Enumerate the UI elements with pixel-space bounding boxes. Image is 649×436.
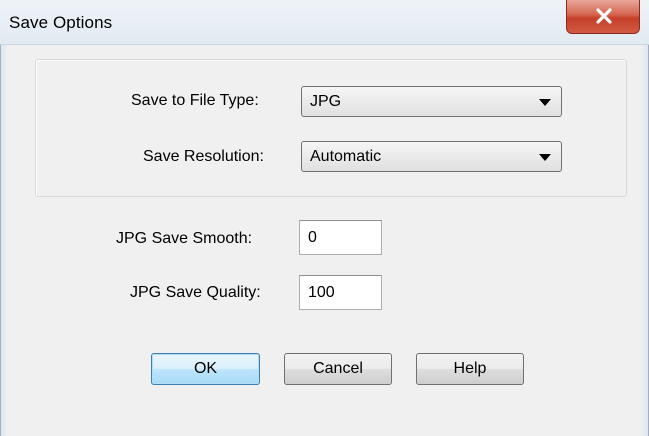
resolution-label: Save Resolution: bbox=[143, 148, 264, 165]
file-type-value: JPG bbox=[310, 93, 342, 110]
help-button[interactable]: Help bbox=[416, 353, 524, 385]
jpg-smooth-label: JPG Save Smooth: bbox=[116, 230, 253, 247]
ok-button[interactable]: OK bbox=[151, 353, 260, 385]
jpg-smooth-input[interactable] bbox=[300, 221, 381, 254]
file-type-label: Save to File Type: bbox=[131, 92, 259, 109]
cancel-button[interactable]: Cancel bbox=[284, 353, 392, 385]
title-bar[interactable]: Save Options bbox=[0, 0, 649, 45]
jpg-smooth-field[interactable] bbox=[299, 220, 382, 255]
window-right-frame bbox=[641, 44, 649, 436]
save-options-dialog: Save Options Save to File Type: JPG Save… bbox=[0, 0, 649, 436]
jpg-quality-label: JPG Save Quality: bbox=[130, 284, 261, 301]
file-settings-group bbox=[35, 59, 627, 197]
file-type-select[interactable]: JPG bbox=[301, 86, 562, 117]
dropdown-arrow-icon bbox=[539, 99, 551, 106]
jpg-quality-field[interactable] bbox=[299, 275, 382, 310]
close-icon bbox=[596, 8, 612, 24]
window-title: Save Options bbox=[9, 13, 113, 32]
resolution-select[interactable]: Automatic bbox=[301, 141, 562, 172]
resolution-value: Automatic bbox=[310, 148, 382, 165]
close-button[interactable] bbox=[566, 0, 640, 34]
dropdown-arrow-icon bbox=[539, 154, 551, 161]
window-left-frame bbox=[0, 44, 8, 436]
jpg-quality-input[interactable] bbox=[300, 276, 381, 309]
